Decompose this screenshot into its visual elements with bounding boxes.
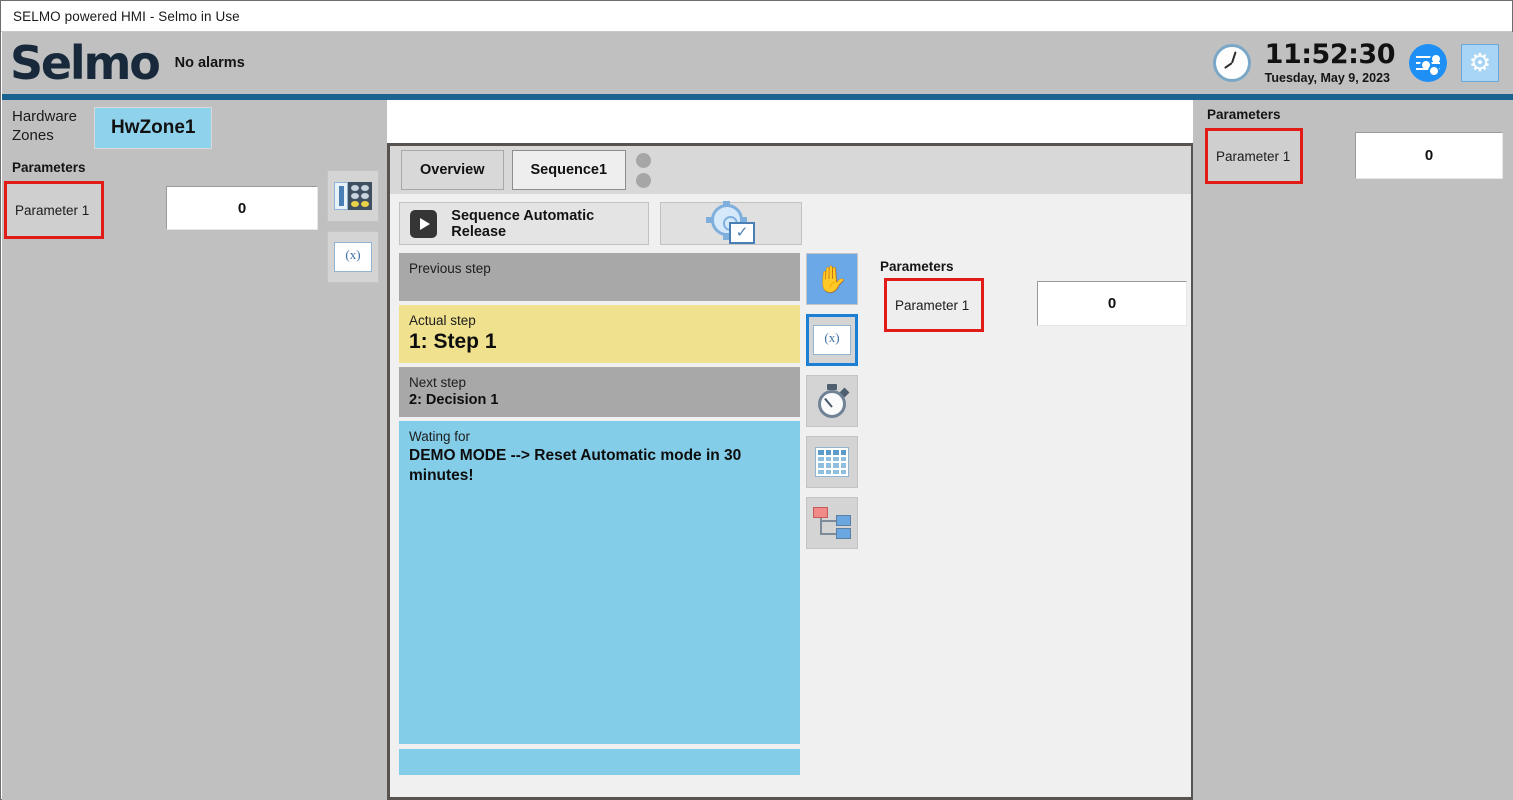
- gear-check-icon: ✓: [705, 200, 757, 244]
- sequence-parameter-name[interactable]: Parameter 1: [884, 278, 984, 332]
- slider-track-1: [1416, 53, 1442, 65]
- next-step-value: 2: Decision 1: [409, 392, 499, 408]
- app-header: Selmo No alarms 11:52:30 Tuesday, May 9,…: [2, 32, 1513, 94]
- hand-manual-icon: ✋: [815, 264, 849, 294]
- hardware-zones-row: Hardware Zones HwZone1: [2, 100, 387, 149]
- grid-matrix-icon-button[interactable]: [806, 436, 858, 488]
- hand-manual-icon-button[interactable]: ✋: [806, 253, 858, 305]
- tab-sequence1[interactable]: Sequence1: [511, 150, 627, 190]
- stopwatch-timer-icon-button[interactable]: [806, 375, 858, 427]
- variables-icon-button-seq[interactable]: (x): [806, 314, 858, 366]
- sequence-toolbar: Sequence Automatic Release ✓: [390, 194, 1191, 245]
- clock-icon: [1212, 44, 1251, 82]
- variables-icon-button[interactable]: (x): [327, 231, 379, 283]
- sequence-parameter-row: Parameter 1 0: [880, 278, 1191, 334]
- actual-step-value: 1: Step 1: [409, 330, 497, 353]
- slider-track-2: [1416, 59, 1440, 71]
- right-parameter-row: Parameter 1 0: [1193, 128, 1513, 192]
- header-right-group: 11:52:30 Tuesday, May 9, 2023 ⚙: [1212, 32, 1499, 94]
- play-icon: [410, 209, 438, 238]
- previous-step-label: Previous step: [409, 261, 491, 276]
- right-parameter-value[interactable]: 0: [1355, 132, 1503, 179]
- waiting-for-label: Wating for: [409, 429, 471, 444]
- actual-step-label: Actual step: [409, 313, 476, 328]
- sequence-content-panel: Overview Sequence1 Sequence Automatic Re…: [387, 143, 1193, 800]
- release-button-label: Sequence Automatic Release: [451, 207, 595, 240]
- waiting-for-box: Wating for DEMO MODE --> Reset Automatic…: [399, 421, 800, 744]
- application-window: SELMO powered HMI - Selmo in Use Selmo N…: [0, 0, 1513, 800]
- grid-matrix-icon: [815, 447, 849, 477]
- selmo-logo: Selmo: [10, 36, 161, 90]
- hardware-zones-label: Hardware Zones: [12, 108, 78, 145]
- tree-hierarchy-icon: [813, 507, 851, 539]
- sequence-side-icon-column: ✋ (x): [806, 253, 864, 775]
- right-parameters-title: Parameters: [1207, 107, 1281, 122]
- io-module-icon-button[interactable]: [327, 170, 379, 222]
- sequence-status-dots: [636, 152, 652, 188]
- next-step-box: Next step 2: Decision 1: [399, 367, 800, 417]
- steps-column: Previous step Actual step 1: Step 1 Next…: [399, 253, 800, 775]
- current-date: Tuesday, May 9, 2023: [1264, 70, 1390, 85]
- variables-icon: (x): [813, 325, 851, 355]
- zone-tab-hwzone1[interactable]: HwZone1: [94, 107, 213, 149]
- stopwatch-timer-icon: [816, 384, 850, 418]
- previous-step-box: Previous step: [399, 253, 800, 301]
- variables-icon: (x): [334, 242, 372, 272]
- left-parameter-name[interactable]: Parameter 1: [4, 181, 104, 239]
- content-tabbar: Overview Sequence1: [390, 146, 1191, 194]
- sequence-body: Previous step Actual step 1: Step 1 Next…: [390, 245, 1191, 775]
- next-step-label: Next step: [409, 375, 467, 390]
- waiting-for-footer-strip: [399, 749, 800, 775]
- tree-hierarchy-icon-button[interactable]: [806, 497, 858, 549]
- sequence-parameters-title: Parameters: [880, 259, 954, 274]
- alarm-status: No alarms: [174, 55, 245, 71]
- sequence-parameter-value[interactable]: 0: [1037, 281, 1187, 326]
- right-parameters-panel: Parameters Parameter 1 0: [1193, 100, 1513, 800]
- sequence-config-button[interactable]: ✓: [660, 200, 802, 245]
- io-module-icon: [334, 182, 372, 210]
- window-title: SELMO powered HMI - Selmo in Use: [13, 8, 240, 24]
- sequence-automatic-release-button[interactable]: Sequence Automatic Release: [399, 202, 649, 245]
- settings-gear-button[interactable]: ⚙: [1461, 44, 1499, 82]
- waiting-for-value: DEMO MODE --> Reset Automatic mode in 30…: [409, 447, 742, 485]
- sliders-icon-button[interactable]: [1409, 44, 1447, 82]
- status-dot-2: [636, 172, 652, 188]
- current-time: 11:52:30: [1264, 39, 1396, 71]
- tab-overview[interactable]: Overview: [401, 150, 504, 190]
- left-icon-column: (x): [327, 170, 379, 292]
- left-parameter-value[interactable]: 0: [166, 186, 318, 230]
- status-dot-1: [636, 152, 652, 168]
- window-titlebar: SELMO powered HMI - Selmo in Use: [1, 1, 1512, 32]
- gear-icon: ⚙: [1468, 48, 1492, 77]
- sequence-parameters-column: Parameters Parameter 1 0: [870, 253, 1191, 775]
- right-parameter-name[interactable]: Parameter 1: [1205, 128, 1303, 184]
- hardware-zones-panel: Hardware Zones HwZone1 Parameters Parame…: [2, 100, 387, 800]
- datetime-display: 11:52:30 Tuesday, May 9, 2023: [1264, 39, 1396, 85]
- actual-step-box: Actual step 1: Step 1: [399, 305, 800, 363]
- slider-track-3: [1416, 65, 1440, 77]
